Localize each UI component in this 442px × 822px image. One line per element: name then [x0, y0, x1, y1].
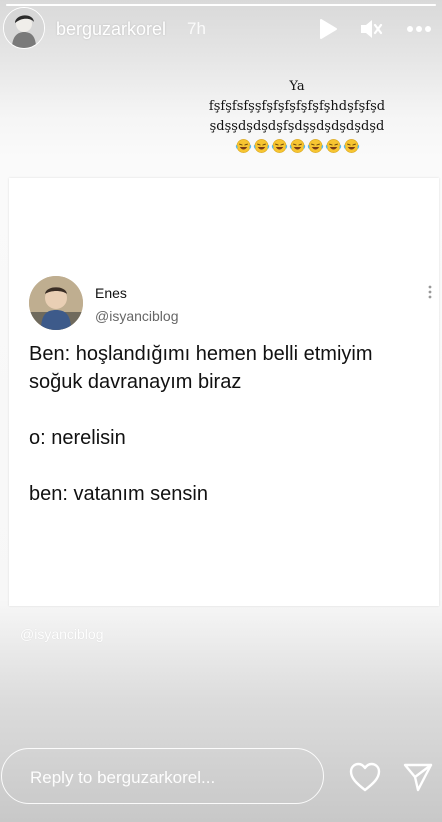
reply-placeholder: Reply to berguzarkorel...	[30, 768, 216, 787]
send-paper-plane-icon	[403, 763, 433, 792]
like-button[interactable]	[348, 761, 382, 793]
caption-line: şdşşdşdşdşfşdşşdşdşdşdşd	[209, 119, 385, 134]
more-options-button[interactable]	[405, 15, 433, 43]
mute-button[interactable]	[357, 15, 385, 43]
watermark: @isyanciblog	[20, 626, 104, 642]
avatar[interactable]	[3, 7, 45, 49]
caption-line: Ya	[289, 79, 305, 94]
heart-icon	[349, 762, 381, 792]
tweet-text: Ben: hoşlandığımı hemen belli etmiyim so…	[29, 340, 429, 536]
laughing-tears-emoji-icon	[235, 139, 251, 153]
laughing-tears-emoji-icon	[253, 139, 269, 153]
laughing-tears-emoji-icon	[271, 139, 287, 153]
story-header: berguzarkorel 7h	[0, 4, 442, 49]
caption-line: fşfşfsfşşfşfşfşfşfşfşhdşfşfşd	[208, 99, 386, 114]
tweet-paragraph: o: nerelisin	[29, 427, 126, 449]
tweet-author-handle: @isyanciblog	[95, 308, 179, 324]
more-horizontal-icon	[407, 26, 431, 32]
laughing-tears-emoji-icon	[307, 139, 323, 153]
tweet-paragraph: ben: vatanım sensin	[29, 483, 208, 505]
tweet-author-name: Enes	[95, 285, 127, 301]
laughing-tears-emoji-icon	[343, 139, 359, 153]
speaker-muted-icon	[361, 20, 383, 38]
story-caption: Ya fşfşfsfşşfşfşfşfşfşfşhdşfşfşd şdşşdşd…	[182, 77, 412, 154]
tweet-paragraph: Ben: hoşlandığımı hemen belli etmiyim so…	[29, 343, 373, 393]
reply-input[interactable]: Reply to berguzarkorel...	[1, 748, 324, 804]
tweet-card: Enes @isyanciblog Ben: hoşlandığımı heme…	[9, 178, 439, 606]
laughing-tears-emoji-icon	[289, 139, 305, 153]
story-time: 7h	[187, 19, 206, 38]
tweet-avatar-photo-icon	[29, 276, 83, 330]
tweet-avatar	[29, 276, 83, 330]
emoji-row	[182, 138, 412, 154]
profile-avatar-icon	[4, 8, 44, 48]
more-vertical-icon	[428, 285, 432, 299]
laughing-tears-emoji-icon	[325, 139, 341, 153]
story-username[interactable]: berguzarkorel	[56, 19, 166, 40]
play-button[interactable]	[314, 15, 342, 43]
play-icon	[320, 19, 337, 39]
send-button[interactable]	[402, 761, 434, 793]
